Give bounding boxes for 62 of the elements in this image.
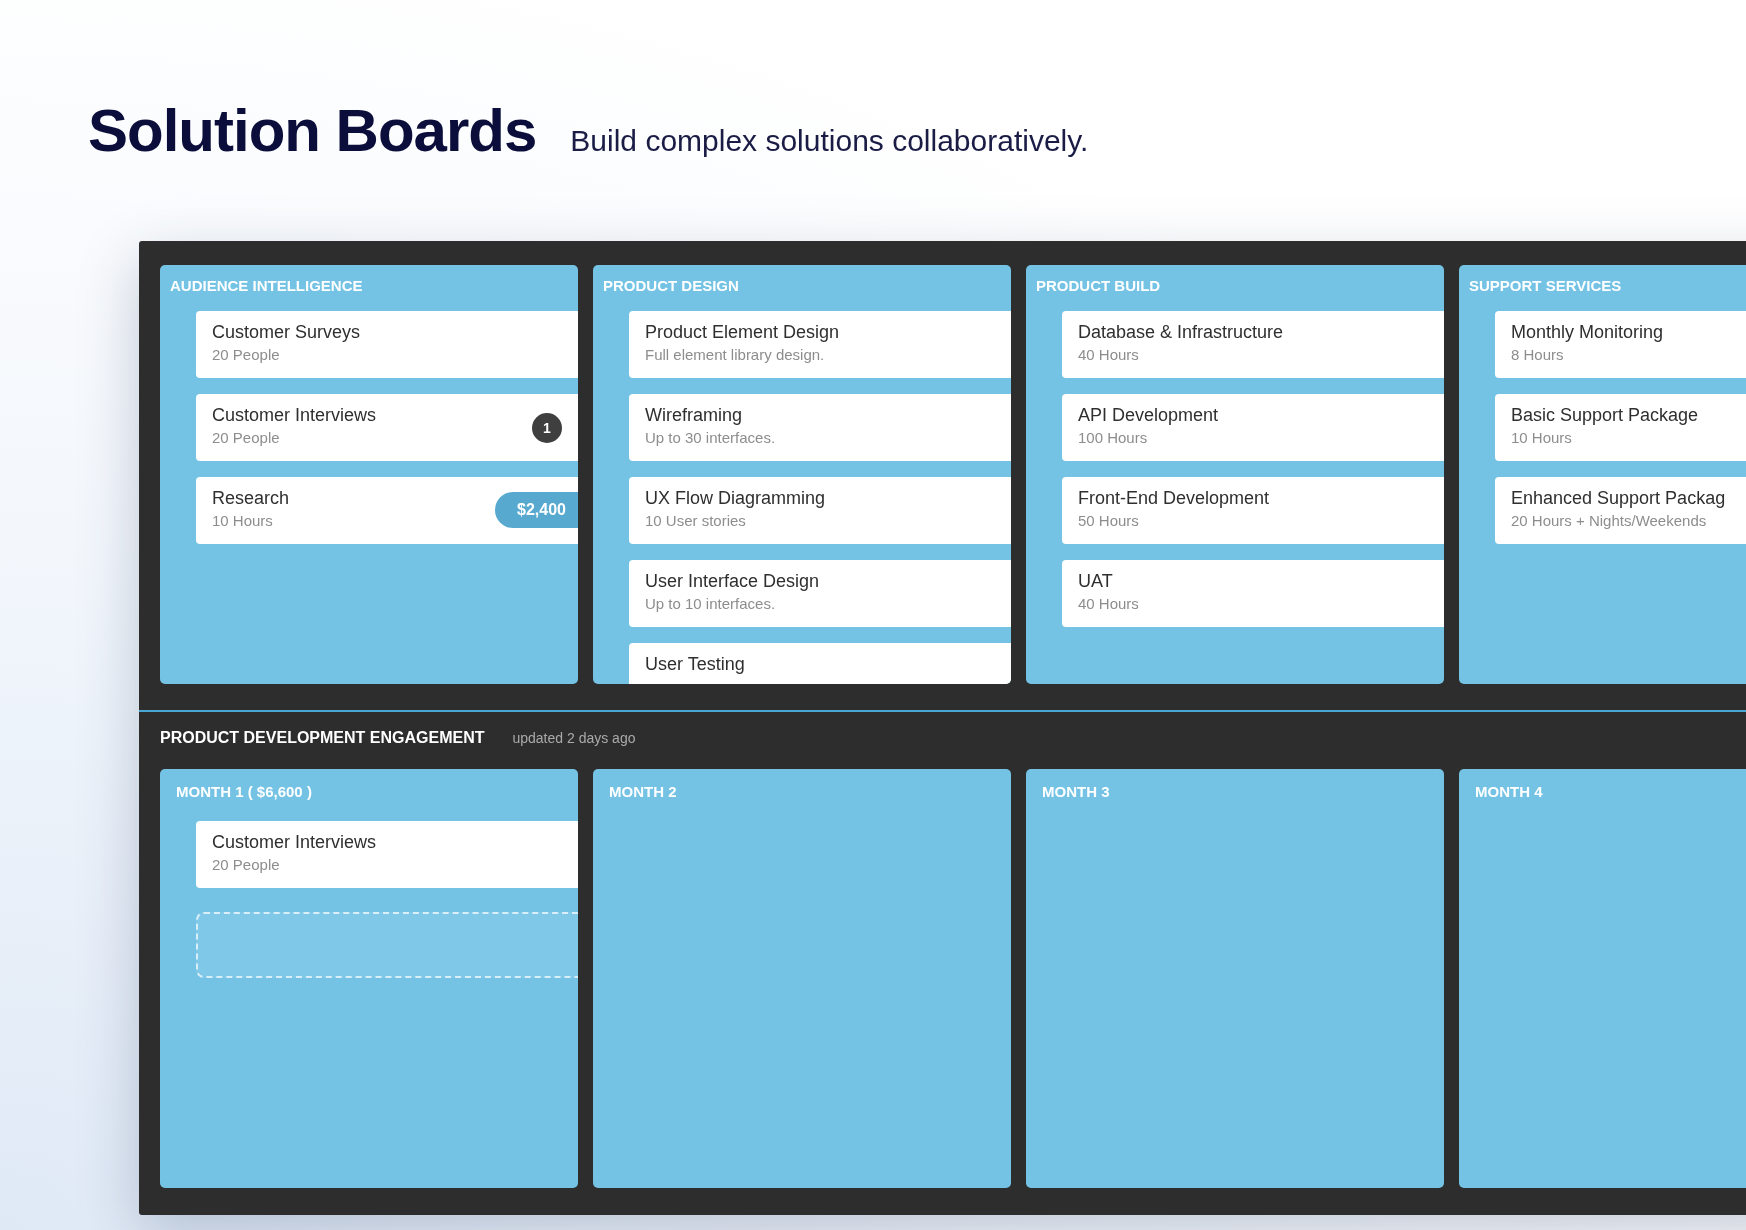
- service-card[interactable]: Enhanced Support Packag 20 Hours + Nights/Weekends: [1495, 477, 1746, 544]
- card-title: Product Element Design: [645, 322, 841, 343]
- card-title: Enhanced Support Packag: [1511, 488, 1727, 509]
- card-title: Customer Interviews: [212, 832, 378, 853]
- column-title: SUPPORT SERVICES: [1468, 276, 1623, 296]
- card-title: Wireframing: [645, 405, 743, 426]
- service-card[interactable]: Customer Interviews 20 People 1: [196, 394, 578, 461]
- card-detail: 20 People: [212, 346, 281, 363]
- service-card[interactable]: Research 10 Hours $2,400: [196, 477, 578, 544]
- service-card[interactable]: Database & Infrastructure 40 Hours: [1062, 311, 1444, 378]
- column-title: PRODUCT DESIGN: [602, 276, 740, 296]
- card-title: Monthly Monitoring: [1511, 322, 1665, 343]
- card-detail: 10 Hours: [1511, 429, 1573, 446]
- card-detail: 20 People: [212, 856, 281, 873]
- drop-zone[interactable]: [196, 912, 578, 978]
- card-title: Basic Support Package: [1511, 405, 1700, 426]
- service-card[interactable]: Basic Support Package 10 Hours: [1495, 394, 1746, 461]
- service-card[interactable]: UAT 40 Hours: [1062, 560, 1444, 627]
- card-detail: 10 User stories: [645, 512, 747, 529]
- card-detail: 50 Hours: [1078, 512, 1140, 529]
- card-title: Customer Interviews: [212, 405, 378, 426]
- card-detail: Up to 30 interfaces.: [645, 429, 777, 446]
- service-card[interactable]: API Development 100 Hours: [1062, 394, 1444, 461]
- service-card[interactable]: UX Flow Diagramming 10 User stories: [629, 477, 1011, 544]
- card-detail: 20 People: [212, 429, 281, 446]
- card-detail: Up to 10 interfaces.: [645, 595, 777, 612]
- page-subtitle: Build complex solutions collaboratively.: [570, 124, 1089, 158]
- card-title: UAT: [1078, 571, 1114, 592]
- service-card[interactable]: User Interface Design Up to 10 interfaces.: [629, 560, 1011, 627]
- column-title: AUDIENCE INTELLIGENCE: [169, 276, 364, 296]
- card-detail: 40 Hours: [1078, 595, 1140, 612]
- card-detail: 100 Hours: [1078, 429, 1149, 446]
- card-detail: 40 Hours: [1078, 346, 1140, 363]
- card-title: Research: [212, 488, 291, 509]
- updated-label: updated 2 days ago: [512, 730, 636, 746]
- card-title: User Testing: [645, 654, 746, 675]
- count-badge: 1: [532, 413, 562, 443]
- service-card[interactable]: Product Element Design Full element library design.: [629, 311, 1011, 378]
- card-detail: Full element library design.: [645, 346, 826, 363]
- card-title: API Development: [1078, 405, 1220, 426]
- column-title: MONTH 2: [608, 782, 678, 802]
- card-title: User Interface Design: [645, 571, 821, 592]
- card-detail: 20 Hours + Nights/Weekends: [1511, 512, 1708, 529]
- card-title: Front-End Development: [1078, 488, 1271, 509]
- card-title: Database & Infrastructure: [1078, 322, 1285, 343]
- card-title: UX Flow Diagramming: [645, 488, 827, 509]
- service-card[interactable]: User Testing: [629, 643, 1011, 684]
- service-card[interactable]: Monthly Monitoring 8 Hours: [1495, 311, 1746, 378]
- service-card[interactable]: Front-End Development 50 Hours: [1062, 477, 1444, 544]
- page-title: Solution Boards: [88, 96, 537, 165]
- service-card[interactable]: Wireframing Up to 30 interfaces.: [629, 394, 1011, 461]
- column-title: PRODUCT BUILD: [1035, 276, 1162, 296]
- column-title: MONTH 1 ( $6,600 ): [175, 782, 313, 802]
- service-card[interactable]: Customer Interviews 20 People: [196, 821, 578, 888]
- price-tag: $2,400: [495, 492, 578, 528]
- section-title: PRODUCT DEVELOPMENT ENGAGEMENT: [160, 729, 485, 747]
- service-card[interactable]: Customer Surveys 20 People: [196, 311, 578, 378]
- column-title: MONTH 4: [1474, 782, 1544, 802]
- column-title: MONTH 3: [1041, 782, 1111, 802]
- card-title: Customer Surveys: [212, 322, 362, 343]
- card-detail: 8 Hours: [1511, 346, 1565, 363]
- card-detail: 10 Hours: [212, 512, 274, 529]
